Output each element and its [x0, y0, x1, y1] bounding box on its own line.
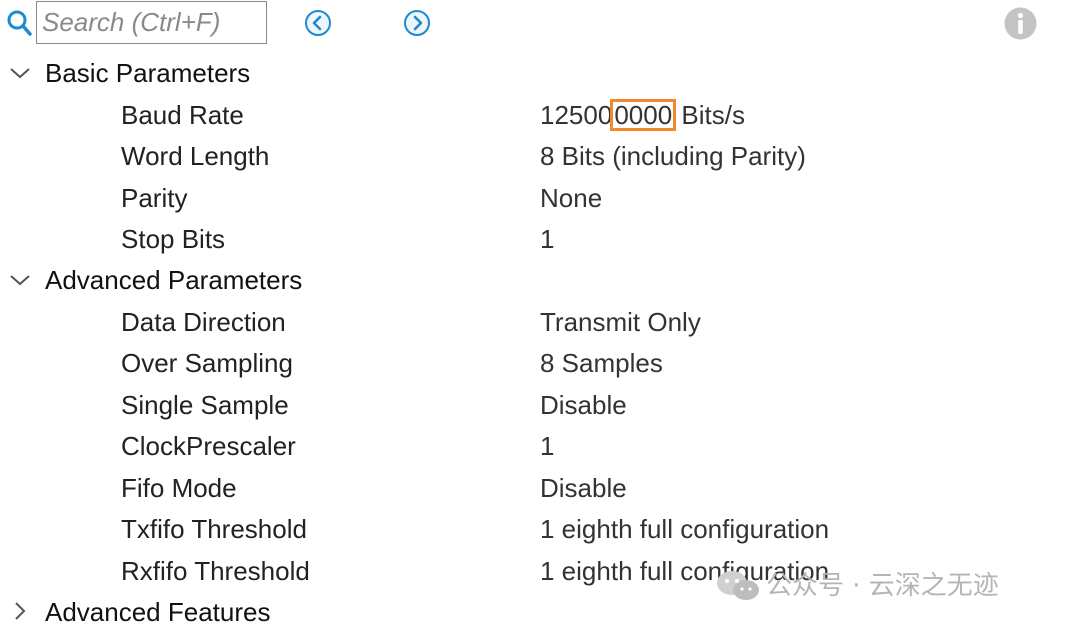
info-icon[interactable] [1004, 7, 1037, 40]
param-value[interactable]: Disable [540, 468, 627, 509]
param-row-txfifo-threshold[interactable]: Txfifo Threshold 1 eighth full configura… [0, 509, 1080, 550]
chevron-right-circle-icon[interactable] [403, 9, 431, 37]
group-label: Advanced Parameters [45, 265, 303, 295]
group-label: Basic Parameters [45, 58, 251, 88]
param-label: Over Sampling [121, 348, 293, 378]
param-value[interactable]: None [540, 178, 602, 219]
param-label: Word Length [121, 141, 270, 171]
param-row-baud-rate[interactable]: Baud Rate 125000000 Bits/s [0, 95, 1080, 136]
param-label: Txfifo Threshold [121, 514, 307, 544]
param-label: Stop Bits [121, 224, 226, 254]
param-value[interactable]: 125000000 Bits/s [540, 95, 745, 136]
param-label: Baud Rate [121, 100, 244, 130]
param-value[interactable]: 1 [540, 426, 554, 467]
param-row-stop-bits[interactable]: Stop Bits 1 [0, 219, 1080, 260]
param-row-parity[interactable]: Parity None [0, 178, 1080, 219]
chevron-down-icon[interactable] [8, 63, 32, 83]
chevron-down-icon[interactable] [8, 270, 32, 290]
baud-rate-suffix: Bits/s [674, 100, 745, 130]
watermark-text: 公众号 · 云深之无迹 [766, 571, 999, 601]
param-row-data-direction[interactable]: Data Direction Transmit Only [0, 302, 1080, 343]
param-row-fifo-mode[interactable]: Fifo Mode Disable [0, 468, 1080, 509]
toolbar [0, 0, 1080, 46]
param-label: ClockPrescaler [121, 431, 296, 461]
param-value[interactable]: Transmit Only [540, 302, 701, 343]
param-row-single-sample[interactable]: Single Sample Disable [0, 385, 1080, 426]
param-value[interactable]: 8 Samples [540, 343, 663, 384]
chevron-left-circle-icon[interactable] [304, 9, 332, 37]
group-basic-parameters[interactable]: Basic Parameters [0, 53, 1080, 94]
param-value[interactable]: 1 eighth full configuration [540, 509, 829, 550]
group-label: Advanced Features [45, 597, 271, 627]
param-row-clock-prescaler[interactable]: ClockPrescaler 1 [0, 426, 1080, 467]
search-icon[interactable] [6, 8, 34, 40]
group-advanced-parameters[interactable]: Advanced Parameters [0, 260, 1080, 301]
chevron-right-icon[interactable] [8, 601, 32, 621]
baud-rate-prefix: 12500 [540, 100, 613, 130]
baud-rate-highlight: 0000 [610, 99, 677, 131]
param-row-word-length[interactable]: Word Length 8 Bits (including Parity) [0, 136, 1080, 177]
param-label: Single Sample [121, 390, 289, 420]
wechat-logo-icon [717, 571, 759, 600]
param-label: Fifo Mode [121, 473, 237, 503]
param-row-over-sampling[interactable]: Over Sampling 8 Samples [0, 343, 1080, 384]
param-value[interactable]: 1 [540, 219, 554, 260]
search-input[interactable] [36, 1, 267, 44]
param-label: Parity [121, 183, 188, 213]
param-label: Rxfifo Threshold [121, 556, 310, 586]
param-value[interactable]: 8 Bits (including Parity) [540, 136, 806, 177]
param-value[interactable]: Disable [540, 385, 627, 426]
param-label: Data Direction [121, 307, 286, 337]
